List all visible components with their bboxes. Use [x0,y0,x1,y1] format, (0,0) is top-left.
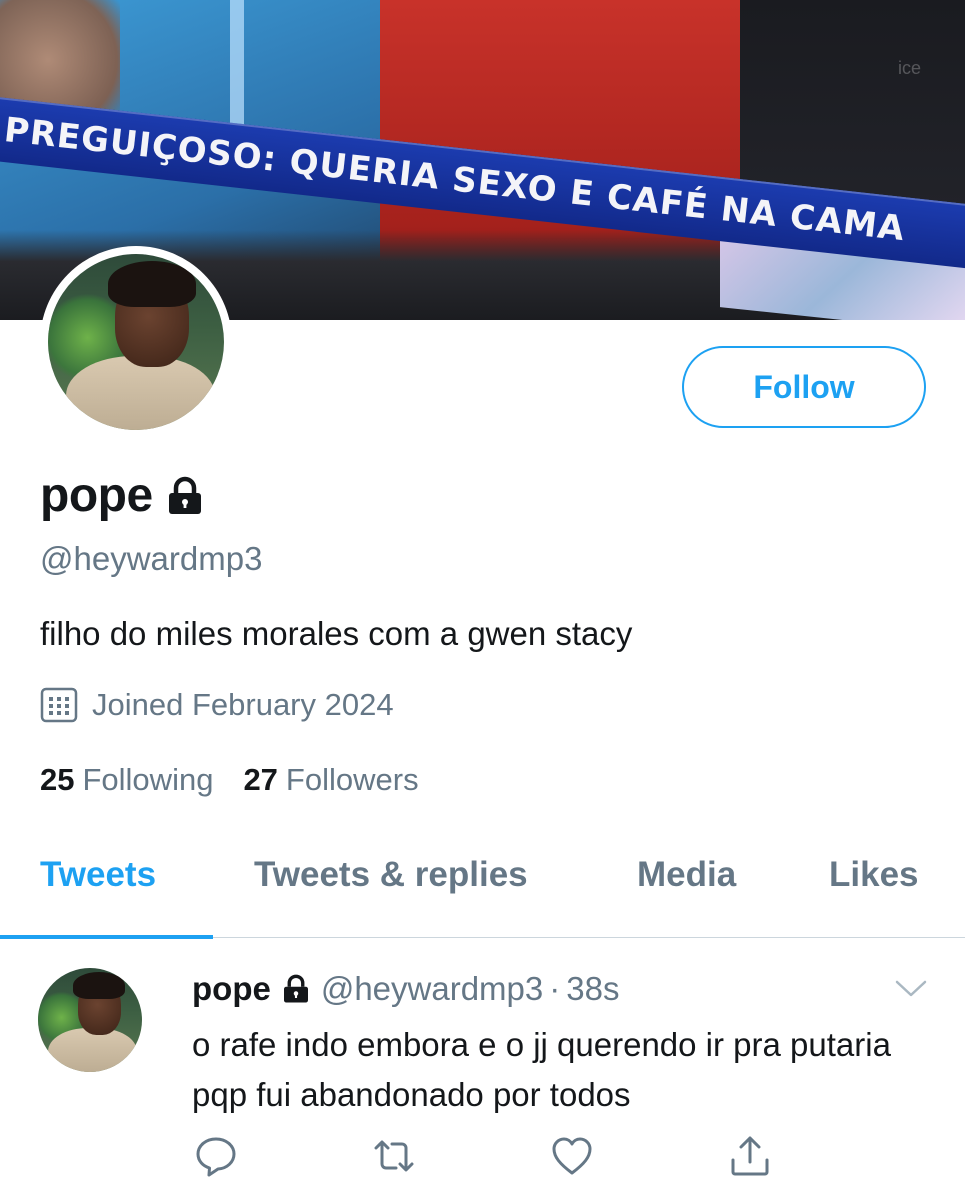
retweet-icon[interactable] [372,1134,416,1178]
profile-handle: @heywardmp3 [40,540,263,577]
follow-button[interactable]: Follow [682,346,926,428]
tab-media[interactable]: Media [637,855,736,895]
profile-joined: Joined February 2024 [40,686,394,724]
tab-likes[interactable]: Likes [829,855,919,895]
profile-stats: 25 Following 27 Followers [40,762,449,798]
following-count: 25 [40,762,75,797]
profile-bio: filho do miles morales com a gwen stacy [40,615,633,652]
profile-tabs: Tweets Tweets & replies Media Likes [0,840,965,939]
tweet-avatar[interactable] [38,968,142,1072]
tweet-actions [192,1134,792,1178]
tweet-author-handle[interactable]: @heywardmp3 [321,970,543,1008]
followers-label: Followers [285,762,419,797]
lock-icon [165,476,205,516]
profile-avatar[interactable] [40,246,232,438]
tweet-header: pope @heywardmp3 · 38s [192,970,619,1008]
banner-watermark: ice [898,58,922,78]
tweet-text: o rafe indo embora e o jj querendo ir pr… [192,1026,891,1113]
lock-icon [281,974,311,1004]
following-label: Following [82,762,214,797]
profile-name-row: pope [40,468,205,523]
tab-tweets-replies[interactable]: Tweets & replies [254,855,528,895]
joined-text: Joined February 2024 [92,687,394,722]
tab-tweets[interactable]: Tweets [40,855,156,895]
tweet-separator: · [549,970,561,1007]
chevron-down-icon[interactable] [894,978,928,1000]
reply-icon[interactable] [194,1134,238,1178]
following-link[interactable]: 25 Following [40,762,213,798]
like-icon[interactable] [550,1134,594,1178]
tweet-author-name[interactable]: pope [192,970,271,1008]
followers-link[interactable]: 27 Followers [243,762,418,798]
tweet[interactable]: pope @heywardmp3 · 38s o rafe indo embor… [0,938,965,1200]
calendar-icon [40,686,78,724]
share-icon[interactable] [728,1134,772,1178]
tweet-timestamp[interactable]: 38s [566,970,619,1008]
profile-name: pope [40,469,153,522]
followers-count: 27 [243,762,278,797]
